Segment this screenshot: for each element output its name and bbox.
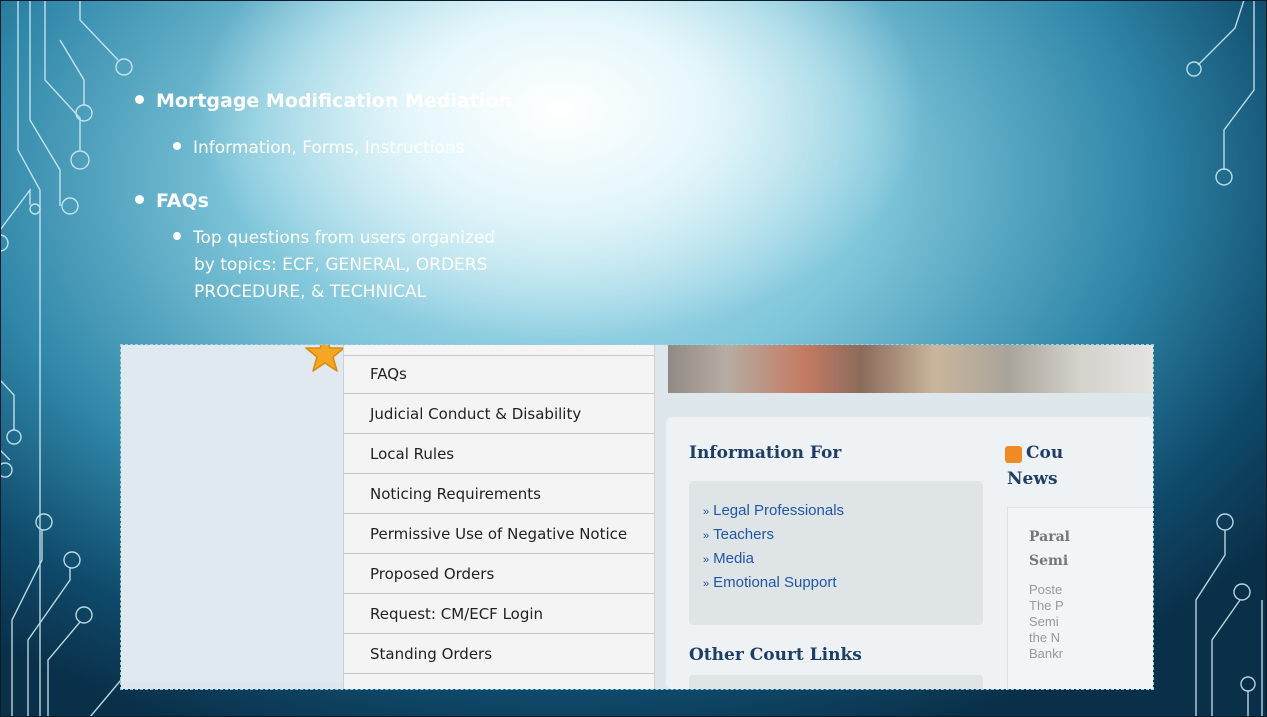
menu-item-local-rules[interactable]: Local Rules <box>344 435 654 474</box>
court-menu: FAQs Judicial Conduct & Disability Local… <box>343 345 655 689</box>
other-links-box <box>689 675 983 689</box>
news-item-title-line2[interactable]: Semi <box>1029 553 1068 569</box>
bullet-mortgage-mediation: Mortgage Modification Mediation <box>135 90 512 112</box>
menu-item-faqs[interactable]: FAQs <box>344 355 654 394</box>
sub-bullet-top-questions-line3: PROCEDURE, & TECHNICAL <box>194 282 427 302</box>
menu-item-proposed-orders[interactable]: Proposed Orders <box>344 555 654 594</box>
news-heading-line2: News <box>1007 469 1058 489</box>
star-icon <box>305 345 345 372</box>
news-item-title-line1[interactable]: Paral <box>1029 529 1070 545</box>
link-teachers[interactable]: » Teachers <box>703 526 774 543</box>
news-item-body-2: The P <box>1029 598 1064 613</box>
news-heading-line1: Cou <box>1026 443 1064 463</box>
header-banner-image <box>668 345 1153 393</box>
news-item-body-3: Semi <box>1029 614 1059 629</box>
news-item-body-5: Bankr <box>1029 646 1063 661</box>
menu-item-noticing-requirements[interactable]: Noticing Requirements <box>344 475 654 514</box>
link-emotional-support[interactable]: » Emotional Support <box>703 574 837 591</box>
menu-item-standing-orders[interactable]: Standing Orders <box>344 635 654 674</box>
rss-icon[interactable] <box>1005 446 1022 463</box>
sub-bullet-information: Information, Forms, Instructions <box>173 138 465 158</box>
left-pane <box>121 345 343 682</box>
news-item-body-1: Poste <box>1029 582 1063 597</box>
information-for-heading: Information For <box>689 443 842 463</box>
menu-item-negative-notice[interactable]: Permissive Use of Negative Notice <box>344 515 654 554</box>
menu-item-cmecf-login[interactable]: Request: CM/ECF Login <box>344 595 654 634</box>
other-court-links-heading: Other Court Links <box>689 645 862 665</box>
sub-bullet-top-questions-line2: by topics: ECF, GENERAL, ORDERS <box>194 255 488 275</box>
bullet-faqs: FAQs <box>135 190 209 212</box>
news-item-body-4: the N <box>1029 630 1061 645</box>
link-legal-professionals[interactable]: » Legal Professionals <box>703 502 844 519</box>
website-screenshot: FAQs Judicial Conduct & Disability Local… <box>120 344 1154 690</box>
link-media[interactable]: » Media <box>703 550 754 567</box>
menu-item-judicial-conduct[interactable]: Judicial Conduct & Disability <box>344 395 654 434</box>
sub-bullet-top-questions: Top questions from users organized <box>173 228 495 248</box>
